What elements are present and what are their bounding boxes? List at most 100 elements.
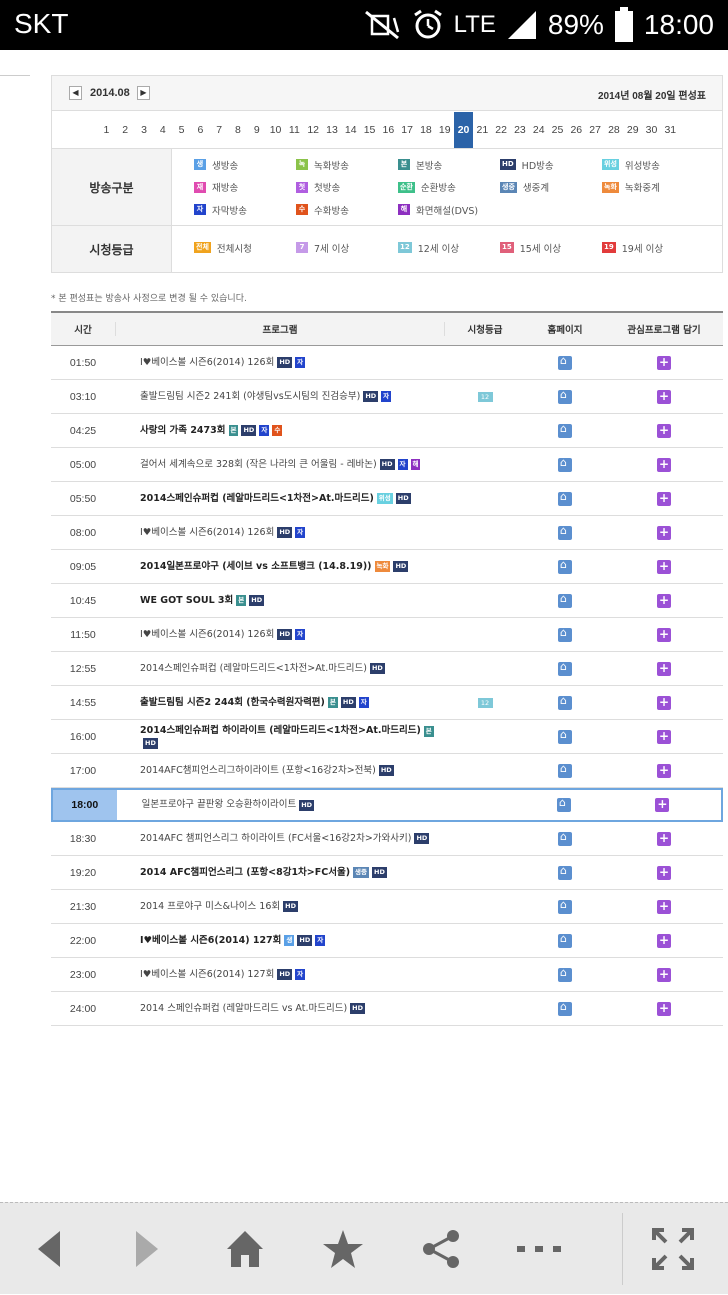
day-20[interactable]: 20 — [454, 111, 473, 148]
row-program[interactable]: WE GOT SOUL 3회 본 HD — [115, 594, 445, 608]
row-program[interactable]: I♥베이스볼 시즌6(2014) 126회 HD 자 — [115, 356, 445, 370]
day-16[interactable]: 16 — [379, 112, 398, 148]
day-13[interactable]: 13 — [323, 112, 342, 148]
homepage-icon[interactable] — [558, 592, 572, 608]
day-23[interactable]: 23 — [511, 112, 530, 148]
day-6[interactable]: 6 — [191, 112, 210, 148]
homepage-icon[interactable] — [558, 1000, 572, 1016]
program-title[interactable]: 2014스페인슈퍼컵 (레알마드리드<1차전>At.마드리드) — [140, 492, 374, 506]
day-3[interactable]: 3 — [135, 112, 154, 148]
program-title[interactable]: I♥베이스볼 시즌6(2014) 126회 — [140, 356, 274, 370]
add-favorite-icon[interactable]: + — [657, 661, 671, 676]
row-program[interactable]: 출발드림팀 시즌2 241회 (야생팀vs도시팀의 진검승부) HD 자 — [115, 390, 445, 404]
program-title[interactable]: 출발드림팀 시즌2 241회 (야생팀vs도시팀의 진검승부) — [140, 390, 360, 404]
add-favorite-icon[interactable]: + — [657, 525, 671, 540]
row-program[interactable]: 2014스페인슈퍼컵 (레알마드리드<1차전>At.마드리드) 위성 HD — [115, 492, 445, 506]
day-27[interactable]: 27 — [586, 112, 605, 148]
row-program[interactable]: 2014스페인슈퍼컵 하이라이트 (레알마드리드<1차전>At.마드리드) 본 HD — [115, 724, 445, 749]
homepage-icon[interactable] — [558, 524, 572, 540]
day-30[interactable]: 30 — [642, 112, 661, 148]
day-22[interactable]: 22 — [492, 112, 511, 148]
add-favorite-icon[interactable]: + — [657, 695, 671, 710]
program-title[interactable]: 걸어서 세계속으로 328회 (작은 나라의 큰 어울림 - 레바논) — [140, 458, 377, 472]
homepage-icon[interactable] — [558, 762, 572, 778]
bookmark-button[interactable] — [294, 1203, 392, 1295]
day-31[interactable]: 31 — [661, 112, 680, 148]
day-18[interactable]: 18 — [417, 112, 436, 148]
day-17[interactable]: 17 — [398, 112, 417, 148]
add-favorite-icon[interactable]: + — [657, 899, 671, 914]
row-program[interactable]: I♥베이스볼 시즌6(2014) 126회 HD 자 — [115, 628, 445, 642]
homepage-icon[interactable] — [558, 966, 572, 982]
row-program[interactable]: I♥베이스볼 시즌6(2014) 126회 HD 자 — [115, 526, 445, 540]
program-title[interactable]: 사랑의 가족 2473회 — [140, 424, 226, 438]
next-month-button[interactable]: ▶ — [137, 86, 150, 100]
homepage-icon[interactable] — [558, 932, 572, 948]
day-8[interactable]: 8 — [229, 112, 248, 148]
add-favorite-icon[interactable]: + — [657, 559, 671, 574]
row-program[interactable]: 2014AFC 챔피언스리그 하이라이트 (FC서울<16강2차>가와사키) HD — [115, 832, 445, 846]
row-program[interactable]: 2014 AFC챔피언스리그 (포항<8강1차>FC서울) 생중 HD — [115, 866, 445, 880]
program-title[interactable]: I♥베이스볼 시즌6(2014) 126회 — [140, 628, 274, 642]
homepage-icon[interactable] — [558, 864, 572, 880]
homepage-icon[interactable] — [558, 456, 572, 472]
add-favorite-icon[interactable]: + — [657, 423, 671, 438]
row-program[interactable]: 일본프로야구 끝판왕 오승환하이라이트 HD — [117, 798, 445, 812]
day-10[interactable]: 10 — [266, 112, 285, 148]
program-title[interactable]: 2014 프로야구 미스&나이스 16회 — [140, 900, 280, 914]
row-program[interactable]: I♥베이스볼 시즌6(2014) 127회 생 HD 자 — [115, 934, 445, 948]
add-favorite-icon[interactable]: + — [657, 865, 671, 880]
more-button[interactable] — [490, 1203, 588, 1295]
homepage-icon[interactable] — [558, 626, 572, 642]
program-title[interactable]: I♥베이스볼 시즌6(2014) 127회 — [140, 934, 281, 948]
program-title[interactable]: 2014스페인슈퍼컵 (레알마드리드<1차전>At.마드리드) — [140, 662, 367, 676]
row-program[interactable]: I♥베이스볼 시즌6(2014) 127회 HD 자 — [115, 968, 445, 982]
homepage-icon[interactable] — [558, 490, 572, 506]
day-26[interactable]: 26 — [567, 112, 586, 148]
row-program[interactable]: 2014 프로야구 미스&나이스 16회 HD — [115, 900, 445, 914]
homepage-icon[interactable] — [558, 354, 572, 370]
row-program[interactable]: 2014AFC챔피언스리그하이라이트 (포항<16강2차>전북) HD — [115, 764, 445, 778]
row-program[interactable]: 2014일본프로야구 (세이브 vs 소프트뱅크 (14.8.19)) 녹화 HD — [115, 560, 445, 574]
add-favorite-icon[interactable]: + — [655, 798, 670, 812]
homepage-icon[interactable] — [558, 898, 572, 914]
fullscreen-button[interactable] — [624, 1203, 722, 1295]
home-button[interactable] — [196, 1203, 294, 1295]
day-15[interactable]: 15 — [360, 112, 379, 148]
program-title[interactable]: WE GOT SOUL 3회 — [140, 594, 233, 608]
add-favorite-icon[interactable]: + — [657, 967, 671, 982]
add-favorite-icon[interactable]: + — [657, 491, 671, 506]
row-program[interactable]: 2014스페인슈퍼컵 (레알마드리드<1차전>At.마드리드) HD — [115, 662, 445, 676]
program-title[interactable]: 2014AFC 챔피언스리그 하이라이트 (FC서울<16강2차>가와사키) — [140, 832, 411, 846]
homepage-icon[interactable] — [558, 660, 572, 676]
add-favorite-icon[interactable]: + — [657, 831, 671, 846]
homepage-icon[interactable] — [558, 422, 572, 438]
row-program[interactable]: 사랑의 가족 2473회 본 HD 자 수 — [115, 424, 445, 438]
program-title[interactable]: I♥베이스볼 시즌6(2014) 126회 — [140, 526, 274, 540]
day-14[interactable]: 14 — [341, 112, 360, 148]
day-11[interactable]: 11 — [285, 112, 304, 148]
day-1[interactable]: 1 — [97, 112, 116, 148]
day-12[interactable]: 12 — [304, 112, 323, 148]
homepage-icon[interactable] — [558, 694, 572, 710]
add-favorite-icon[interactable]: + — [657, 763, 671, 778]
program-title[interactable]: 2014일본프로야구 (세이브 vs 소프트뱅크 (14.8.19)) — [140, 560, 372, 574]
share-button[interactable] — [392, 1203, 490, 1295]
program-title[interactable]: 2014 스페인슈퍼컵 (레알마드리드 vs At.마드리드) — [140, 1002, 347, 1016]
day-28[interactable]: 28 — [605, 112, 624, 148]
day-25[interactable]: 25 — [548, 112, 567, 148]
prev-month-button[interactable]: ◀ — [69, 86, 82, 100]
add-favorite-icon[interactable]: + — [657, 457, 671, 472]
day-9[interactable]: 9 — [247, 112, 266, 148]
day-5[interactable]: 5 — [172, 112, 191, 148]
day-24[interactable]: 24 — [529, 112, 548, 148]
add-favorite-icon[interactable]: + — [657, 627, 671, 642]
homepage-icon[interactable] — [558, 388, 572, 404]
homepage-icon[interactable] — [558, 728, 572, 744]
program-title[interactable]: 2014AFC챔피언스리그하이라이트 (포항<16강2차>전북) — [140, 764, 376, 778]
add-favorite-icon[interactable]: + — [657, 355, 671, 370]
day-19[interactable]: 19 — [435, 112, 454, 148]
program-title[interactable]: 출발드림팀 시즌2 244회 (한국수력원자력편) — [140, 696, 325, 710]
homepage-icon[interactable] — [558, 830, 572, 846]
day-2[interactable]: 2 — [116, 112, 135, 148]
